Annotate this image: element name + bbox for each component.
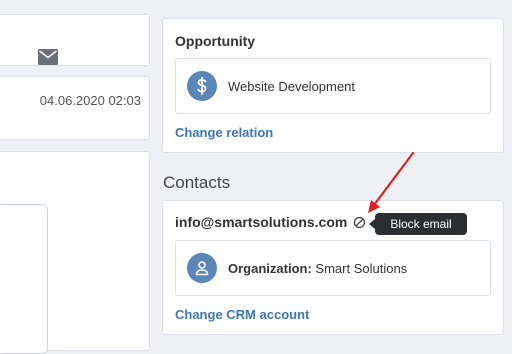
organization-key: Organization:	[228, 261, 312, 276]
dollar-icon	[187, 71, 217, 101]
left-header-card	[0, 14, 150, 66]
organization-value: Smart Solutions	[315, 261, 408, 276]
opportunity-card: Opportunity Website Development Change r…	[162, 18, 504, 153]
contact-email[interactable]: info@smartsolutions.com	[175, 214, 347, 230]
mail-icon[interactable]	[38, 49, 58, 65]
block-icon[interactable]	[353, 216, 366, 229]
organization-item[interactable]: Organization: Smart Solutions	[175, 240, 491, 296]
tooltip-text: Block email	[390, 217, 452, 231]
opportunity-title: Opportunity	[175, 33, 256, 49]
organization-label: Organization: Smart Solutions	[228, 261, 407, 276]
opportunity-item[interactable]: Website Development	[175, 58, 491, 114]
block-email-tooltip: Block email	[369, 213, 467, 235]
left-inner-panel	[0, 204, 48, 354]
contact-card: info@smartsolutions.com Block email Orga…	[162, 200, 504, 335]
opportunity-item-label: Website Development	[228, 79, 355, 94]
change-crm-account-link[interactable]: Change CRM account	[175, 307, 309, 322]
contacts-heading: Contacts	[163, 173, 231, 192]
change-relation-link[interactable]: Change relation	[175, 125, 273, 140]
timestamp: 04.06.2020 02:03	[39, 93, 141, 108]
person-icon	[187, 253, 217, 283]
left-meta-card	[0, 76, 150, 140]
